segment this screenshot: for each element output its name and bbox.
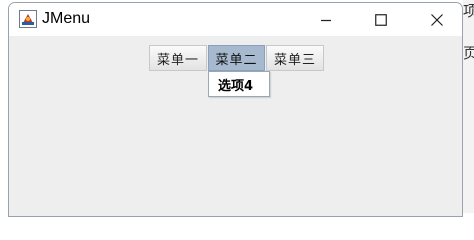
window-title: JMenu [42,10,91,27]
close-icon [431,13,443,26]
maximize-button[interactable] [358,3,404,36]
menu-2[interactable]: 菜单二 [208,45,265,71]
java-app-icon [19,10,37,28]
content-pane: 菜单一 菜单二 菜单三 选项4 [9,36,462,216]
close-button[interactable] [414,3,460,36]
menu-1[interactable]: 菜单一 [149,45,207,71]
menu-3[interactable]: 菜单三 [266,45,324,71]
background-window-text: 项 [463,2,474,20]
maximize-icon [375,13,387,26]
minimize-button[interactable] [303,3,349,36]
menu-item-option-4[interactable]: 选项4 [208,71,270,97]
app-window: JMenu 菜单一 菜单二 菜单三 选项4 [8,2,463,217]
background-window-text: 页 [463,44,474,62]
title-bar[interactable]: JMenu [9,3,462,36]
desktop-left-edge [0,0,8,213]
background-window-edge [463,0,474,213]
minimize-icon [321,19,331,21]
